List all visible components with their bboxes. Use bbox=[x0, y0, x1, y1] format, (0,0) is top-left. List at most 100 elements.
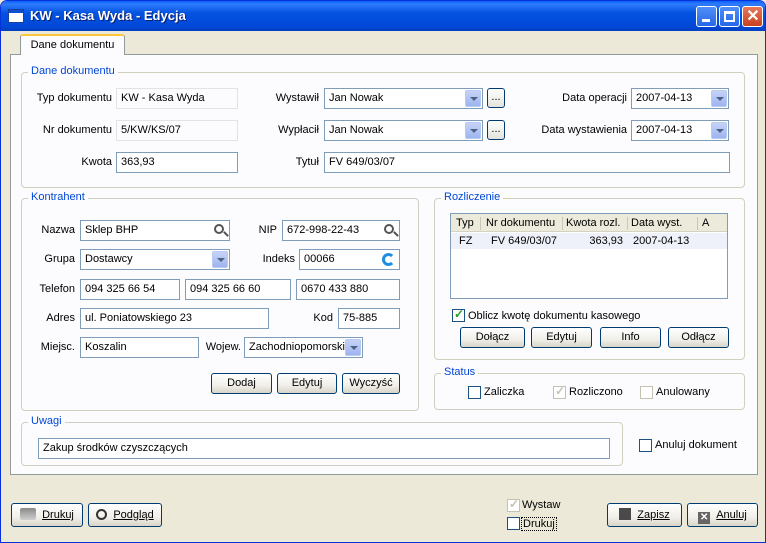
drukuj-checkbox[interactable] bbox=[507, 517, 520, 530]
table-row[interactable]: FZ FV 649/03/07 363,93 2007-04-13 bbox=[451, 233, 727, 249]
zapisz-button-label: Zapisz bbox=[637, 509, 670, 521]
tytul-label: Tytuł bbox=[295, 156, 319, 168]
wystawil-browse-button[interactable]: ... bbox=[487, 88, 505, 108]
wystaw-checkbox bbox=[507, 497, 520, 512]
settlement-table[interactable]: Typ Nr dokumentu Kwota rozl. Data wyst. … bbox=[450, 213, 728, 299]
col-kwota-rozl[interactable]: Kwota rozl. bbox=[566, 217, 620, 229]
anuluj-button-label: Anuluj bbox=[716, 509, 747, 521]
window-icon bbox=[8, 9, 24, 23]
window-title: KW - Kasa Wyda - Edycja bbox=[30, 8, 186, 23]
kwota-input[interactable]: 363,93 bbox=[116, 152, 238, 173]
indeks-input[interactable]: 00066 bbox=[299, 249, 400, 270]
cell-typ: FZ bbox=[459, 235, 473, 247]
drukuj-checkbox-label[interactable]: Drukuj bbox=[521, 517, 557, 531]
oblicz-kwote-checkbox[interactable] bbox=[452, 307, 465, 322]
cell-data: 2007-04-13 bbox=[633, 235, 690, 247]
wystaw-label: Wystaw bbox=[522, 499, 561, 511]
magnifier-icon bbox=[96, 509, 108, 520]
printer-icon bbox=[20, 508, 37, 520]
wyplacil-label: Wypłacił bbox=[278, 124, 319, 136]
drukuj-button[interactable]: Drukuj bbox=[11, 503, 83, 527]
podglad-button[interactable]: Podgląd bbox=[88, 503, 162, 527]
zapisz-button[interactable]: Zapisz bbox=[607, 503, 682, 527]
telefon-1-input[interactable]: 094 325 66 54 bbox=[80, 279, 180, 300]
zaliczka-checkbox[interactable] bbox=[468, 386, 481, 399]
data-wystawienia-picker[interactable]: 2007-04-13 bbox=[631, 120, 729, 141]
oblicz-kwote-label[interactable]: Oblicz kwotę dokumentu kasowego bbox=[468, 310, 640, 322]
nazwa-value: Sklep BHP bbox=[85, 224, 139, 236]
telefon-label: Telefon bbox=[39, 283, 75, 295]
wyplacil-select[interactable]: Jan Nowak bbox=[324, 120, 483, 141]
chevron-down-icon[interactable] bbox=[465, 90, 481, 107]
nazwa-input[interactable]: Sklep BHP bbox=[80, 220, 230, 241]
podglad-button-label: Podgląd bbox=[113, 509, 154, 521]
chevron-down-icon[interactable] bbox=[212, 251, 228, 268]
search-icon[interactable] bbox=[384, 224, 394, 234]
telefon-2-input[interactable]: 094 325 66 60 bbox=[185, 279, 291, 300]
info-button[interactable]: Info bbox=[600, 327, 661, 348]
maximize-button[interactable] bbox=[719, 6, 740, 27]
cell-nr: FV 649/03/07 bbox=[491, 235, 558, 247]
app-window: KW - Kasa Wyda - Edycja ✕ Dane dokumentu… bbox=[0, 0, 766, 543]
minimize-button[interactable] bbox=[696, 6, 717, 27]
edytuj-contractor-button[interactable]: Edytuj bbox=[277, 373, 337, 394]
close-button[interactable]: ✕ bbox=[742, 6, 763, 27]
zaliczka-label[interactable]: Zaliczka bbox=[484, 386, 524, 398]
nazwa-label: Nazwa bbox=[41, 224, 75, 236]
rozliczono-label: Rozliczono bbox=[569, 386, 623, 398]
telefon-3-input[interactable]: 0670 433 880 bbox=[296, 279, 400, 300]
wyczysc-button[interactable]: Wyczyść bbox=[342, 373, 400, 394]
kwota-label: Kwota bbox=[81, 156, 112, 168]
refresh-icon[interactable] bbox=[382, 253, 395, 266]
notes-group-title: Uwagi bbox=[28, 415, 65, 427]
typ-dokumentu-label: Typ dokumentu bbox=[36, 92, 112, 104]
wystawil-label: Wystawił bbox=[275, 92, 319, 104]
wyplacil-browse-button[interactable]: ... bbox=[487, 120, 505, 140]
data-operacji-picker[interactable]: 2007-04-13 bbox=[631, 88, 729, 109]
wojew-label: Wojew. bbox=[205, 341, 241, 353]
tab-dane-dokumentu[interactable]: Dane dokumentu bbox=[20, 34, 125, 55]
col-a[interactable]: A bbox=[702, 217, 709, 229]
miejsc-label: Miejsc. bbox=[40, 341, 75, 353]
typ-dokumentu-field: KW - Kasa Wyda bbox=[116, 88, 238, 109]
uwagi-input[interactable]: Zakup środków czyszczących bbox=[38, 438, 610, 459]
miejsc-input[interactable]: Koszalin bbox=[80, 337, 199, 358]
tytul-input[interactable]: FV 649/03/07 bbox=[324, 152, 730, 173]
chevron-down-icon[interactable] bbox=[711, 90, 727, 107]
settlement-group-title: Rozliczenie bbox=[441, 191, 504, 203]
edytuj-settlement-button[interactable]: Edytuj bbox=[531, 327, 592, 348]
anuluj-button[interactable]: ✕ Anuluj bbox=[687, 503, 758, 527]
col-data-wyst[interactable]: Data wyst. bbox=[631, 217, 682, 229]
chevron-down-icon[interactable] bbox=[345, 339, 361, 356]
column-divider bbox=[697, 217, 698, 230]
contractor-group-title: Kontrahent bbox=[28, 191, 88, 203]
nip-label: NIP bbox=[258, 224, 277, 236]
col-typ[interactable]: Typ bbox=[456, 217, 474, 229]
adres-input[interactable]: ul. Poniatowskiego 23 bbox=[80, 308, 269, 329]
dolacz-button[interactable]: Dołącz bbox=[460, 327, 525, 348]
wystawil-select[interactable]: Jan Nowak bbox=[324, 88, 483, 109]
wyplacil-value: Jan Nowak bbox=[329, 124, 384, 136]
anuluj-dokument-checkbox[interactable] bbox=[639, 439, 652, 452]
title-bar[interactable]: KW - Kasa Wyda - Edycja ✕ bbox=[1, 1, 765, 31]
floppy-icon bbox=[619, 508, 632, 520]
nip-input[interactable]: 672-998-22-43 bbox=[282, 220, 400, 241]
column-divider bbox=[480, 217, 481, 230]
rozliczono-checkbox bbox=[553, 384, 566, 399]
dodaj-button[interactable]: Dodaj bbox=[211, 373, 272, 394]
chevron-down-icon[interactable] bbox=[465, 122, 481, 139]
wojew-select[interactable]: Zachodniopomorskie bbox=[244, 337, 363, 358]
search-icon[interactable] bbox=[214, 224, 224, 234]
odlacz-button[interactable]: Odłącz bbox=[668, 327, 729, 348]
status-group-title: Status bbox=[441, 366, 479, 378]
anulowany-label: Anulowany bbox=[656, 386, 710, 398]
nr-dokumentu-label: Nr dokumentu bbox=[42, 124, 112, 136]
col-nr-dokumentu[interactable]: Nr dokumentu bbox=[486, 217, 555, 229]
grupa-select[interactable]: Dostawcy bbox=[80, 249, 230, 270]
kod-input[interactable]: 75-885 bbox=[338, 308, 400, 329]
anuluj-dokument-label[interactable]: Anuluj dokument bbox=[655, 439, 737, 451]
chevron-down-icon[interactable] bbox=[711, 122, 727, 139]
data-operacji-label: Data operacji bbox=[562, 92, 627, 104]
indeks-value: 00066 bbox=[304, 253, 335, 265]
adres-label: Adres bbox=[46, 312, 75, 324]
